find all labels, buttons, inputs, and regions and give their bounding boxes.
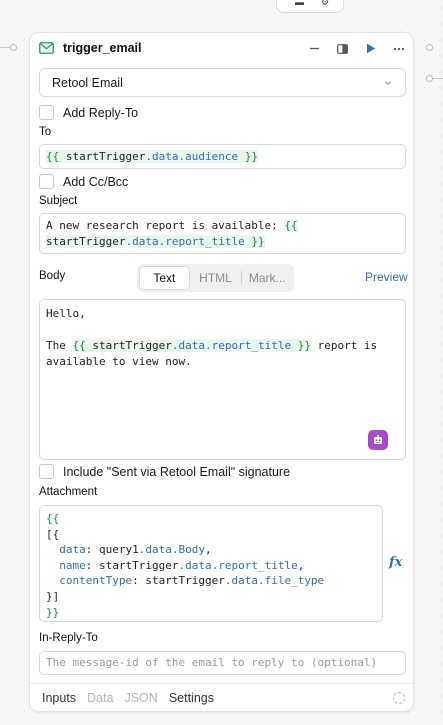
minimize-button[interactable] — [305, 40, 323, 57]
tab-json[interactable]: JSON — [124, 691, 157, 705]
code-key: data — [59, 543, 86, 557]
settings-icon: ⚙ — [321, 0, 330, 7]
code-line: }} — [46, 605, 60, 619]
output-connector-secondary[interactable] — [426, 75, 433, 82]
tab-data[interactable]: Data — [87, 691, 113, 705]
code-path: .data.file_type — [224, 574, 325, 588]
code-line: [{ — [46, 527, 60, 541]
add-cc-bcc-checkbox[interactable] — [39, 174, 54, 189]
body-line: available to view now. — [46, 355, 192, 368]
subject-field[interactable]: A new research report is available: {{ s… — [39, 213, 406, 254]
binding-object: startTrigger — [46, 235, 126, 248]
play-icon — [367, 43, 376, 54]
fx-toggle-button[interactable]: fx — [389, 555, 402, 570]
run-button[interactable] — [362, 40, 380, 57]
panel-toggle-button[interactable] — [333, 40, 351, 57]
signature-checkbox[interactable] — [39, 464, 54, 479]
in-reply-to-input[interactable]: The message-id of the email to reply to … — [39, 651, 406, 675]
input-connector[interactable] — [10, 44, 17, 51]
chevron-down-icon — [385, 80, 391, 85]
adjacent-node-stub: ▬ ⚙ — [276, 0, 344, 13]
output-connector[interactable] — [426, 44, 433, 51]
body-text: report is — [310, 339, 378, 352]
tab-markdown[interactable]: Mark... — [242, 266, 292, 290]
to-field[interactable]: {{ startTrigger.data.audience }} — [39, 144, 406, 169]
code-line: data: query1.data.Body, — [59, 543, 212, 557]
footer-tabs: Inputs Data JSON Settings — [30, 683, 413, 712]
signature-label: Include "Sent via Retool Email" signatur… — [63, 464, 291, 479]
connector-line — [0, 47, 10, 48]
resource-select-value: Retool Email — [52, 75, 123, 90]
code-path: .data.Body — [138, 543, 205, 557]
loading-icon — [393, 692, 405, 704]
tab-html[interactable]: HTML — [190, 266, 242, 290]
subject-text: A new research report is available: — [46, 219, 285, 232]
code-line: name: startTrigger.data.report_title, — [59, 558, 305, 572]
tab-settings[interactable]: Settings — [169, 691, 214, 705]
binding-object: startTrigger — [65, 150, 146, 163]
node-icon: ▬ — [295, 0, 304, 7]
body-label: Body — [39, 270, 66, 282]
node-title[interactable]: trigger_email — [63, 41, 142, 55]
body-editor[interactable]: Hello, The {{ startTrigger.data.report_t… — [39, 299, 406, 460]
binding-open: {{ — [284, 219, 298, 232]
code-key: name — [59, 558, 86, 572]
ai-assist-button[interactable] — [368, 430, 388, 450]
binding-close: }} — [251, 235, 265, 248]
binding-path: .data.report_title — [171, 339, 292, 352]
code-line: }] — [46, 589, 60, 603]
body-line: Hello, — [46, 307, 86, 320]
signature-option[interactable]: Include "Sent via Retool Email" signatur… — [39, 464, 290, 479]
code-key: contentType — [59, 574, 133, 588]
more-menu-button[interactable] — [390, 40, 408, 57]
tab-text[interactable]: Text — [139, 266, 190, 290]
email-node-panel: trigger_email Retool Email Add Reply-To … — [29, 32, 414, 712]
code-object: startTrigger — [145, 574, 225, 588]
add-reply-to-checkbox[interactable] — [39, 105, 54, 120]
binding-close: }} — [297, 339, 311, 352]
more-icon — [393, 47, 405, 50]
binding-object: startTrigger — [92, 339, 172, 352]
add-reply-to-option[interactable]: Add Reply-To — [39, 105, 138, 120]
robot-icon — [374, 434, 382, 444]
in-reply-to-label: In-Reply-To — [39, 632, 98, 644]
binding-open: {{ — [72, 339, 86, 352]
connector-line — [433, 78, 443, 79]
to-label: To — [39, 126, 52, 138]
sidebar-icon — [336, 43, 348, 54]
resource-select[interactable]: Retool Email — [39, 68, 406, 97]
binding-path: .data.audience — [145, 150, 239, 163]
code-line: {{ — [46, 512, 60, 525]
body-text: The — [46, 339, 73, 352]
binding-open: {{ — [46, 150, 60, 163]
subject-label: Subject — [39, 195, 78, 207]
code-line: contentType: startTrigger.data.file_type — [59, 574, 325, 588]
binding-close: }} — [244, 150, 258, 163]
attachment-editor[interactable]: {{ [{ data: query1.data.Body, name: star… — [39, 505, 383, 622]
binding-path: .data.report_title — [125, 235, 245, 248]
attachment-label: Attachment — [39, 486, 98, 498]
minus-icon — [309, 47, 319, 50]
code-path: .data.report_title — [178, 558, 298, 572]
preview-link[interactable]: Preview — [365, 270, 408, 284]
tab-inputs[interactable]: Inputs — [42, 691, 76, 705]
code-object: query1 — [99, 543, 139, 557]
add-reply-to-label: Add Reply-To — [63, 105, 139, 120]
code-object: startTrigger — [99, 558, 179, 572]
body-format-tabs: Text HTML Mark... — [137, 264, 294, 292]
add-cc-bcc-option[interactable]: Add Cc/Bcc — [39, 174, 128, 189]
add-cc-bcc-label: Add Cc/Bcc — [63, 174, 129, 189]
mail-icon — [39, 42, 54, 54]
body-line: The {{ startTrigger.data.report_title }}… — [46, 338, 399, 354]
